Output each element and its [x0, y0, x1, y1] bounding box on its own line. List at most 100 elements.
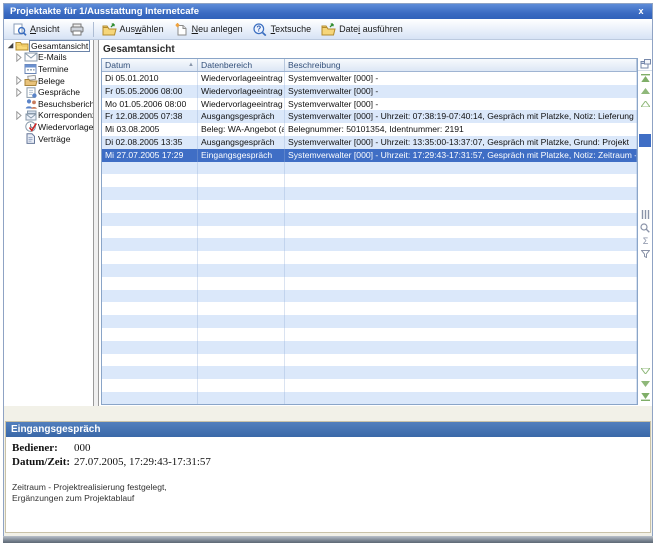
receipts-icon	[23, 75, 38, 86]
table-row-empty	[102, 341, 637, 354]
tree-item-wiedervorlagen[interactable]: Wiedervorlagen	[4, 121, 93, 133]
records-grid: Datum ▲ Datenbereich Beschreibung Di 05.…	[101, 58, 638, 405]
table-row-empty	[102, 328, 637, 341]
tree-item-label: Verträge	[38, 134, 71, 144]
tree-item-gespr-che[interactable]: Gespräche	[4, 86, 93, 98]
cell-datum	[102, 341, 198, 354]
tree-item-termine[interactable]: Termine	[4, 63, 93, 75]
columns-icon[interactable]	[638, 208, 652, 221]
table-row-empty	[102, 277, 637, 290]
field-chooser-icon[interactable]	[638, 58, 652, 71]
print-button[interactable]	[65, 21, 90, 38]
follow-up-icon	[23, 121, 38, 132]
cell-beschreibung	[285, 379, 637, 392]
cell-datenbereich	[198, 213, 285, 226]
row-down-icon[interactable]	[638, 364, 652, 377]
table-row-empty	[102, 392, 637, 405]
tree-item-belege[interactable]: Belege	[4, 75, 93, 87]
cell-beschreibung	[285, 341, 637, 354]
column-header-beschreibung[interactable]: Beschreibung	[285, 59, 637, 71]
cell-beschreibung	[285, 162, 637, 175]
table-row-empty	[102, 264, 637, 277]
field-value: 000	[74, 442, 91, 454]
select-button[interactable]: Auswählen	[97, 21, 169, 38]
column-header-datenbereich[interactable]: Datenbereich	[198, 59, 285, 71]
page-up-icon[interactable]	[638, 84, 652, 97]
cell-beschreibung	[285, 354, 637, 367]
expand-collapsed-icon[interactable]	[15, 111, 23, 120]
title-bar: Projektakte für 1/Ausstattung Internetca…	[4, 4, 652, 19]
scroll-to-top-icon[interactable]	[638, 71, 652, 84]
tree-item-e-mails[interactable]: E-Mails	[4, 52, 93, 64]
row-up-icon[interactable]	[638, 97, 652, 110]
cell-datenbereich	[198, 162, 285, 175]
scroll-to-bottom-icon[interactable]	[638, 390, 652, 403]
table-row-empty	[102, 238, 637, 251]
navigation-tree: GesamtansichtE-MailsTermineBelegeGespräc…	[4, 40, 93, 406]
table-row[interactable]: Di 02.08.2005 13:35AusgangsgesprächSyste…	[102, 136, 637, 149]
tree-item-label: Gesamtansicht	[29, 40, 90, 52]
close-button[interactable]: x	[635, 4, 647, 19]
cell-beschreibung	[285, 315, 637, 328]
table-row[interactable]: Mo 01.05.2006 08:00WiedervorlageeintragS…	[102, 98, 637, 111]
cell-datum	[102, 328, 198, 341]
cell-beschreibung	[285, 213, 637, 226]
filter-icon[interactable]	[638, 247, 652, 260]
cell-beschreibung	[285, 251, 637, 264]
note-line: Zeitraum - Projektrealisierung festgeleg…	[12, 482, 650, 493]
table-row-empty	[102, 302, 637, 315]
cell-datenbereich	[198, 290, 285, 303]
new-button[interactable]: Neu anlegen	[169, 21, 248, 38]
cell-beschreibung	[285, 226, 637, 239]
cell-datenbereich	[198, 315, 285, 328]
sum-icon[interactable]: Σ	[638, 234, 652, 247]
tree-item-korrespondenzen[interactable]: Korrespondenzen	[4, 110, 93, 122]
table-row[interactable]: Fr 12.08.2005 07:38AusgangsgesprächSyste…	[102, 110, 637, 123]
expand-collapsed-icon[interactable]	[15, 53, 23, 62]
cell-datenbereich	[198, 200, 285, 213]
field-label: Bediener:	[12, 442, 74, 454]
cell-beschreibung	[285, 392, 637, 405]
detail-notes: Zeitraum - Projektrealisierung festgeleg…	[12, 482, 650, 504]
table-row[interactable]: Di 05.01.2010WiedervorlageeintragSystemv…	[102, 72, 637, 85]
cell-datenbereich	[198, 341, 285, 354]
tree-item-vertr-ge[interactable]: Verträge	[4, 133, 93, 145]
view-button[interactable]: Ansicht	[7, 21, 65, 38]
view-icon	[12, 23, 27, 36]
table-row[interactable]: Mi 03.08.2005Beleg: WA-Angebot (alle Bel…	[102, 123, 637, 136]
table-row[interactable]: Fr 05.05.2006 08:00WiedervorlageeintragS…	[102, 85, 637, 98]
open-folder-icon	[102, 23, 117, 36]
expand-expanded-icon[interactable]	[6, 42, 14, 49]
column-header-datum[interactable]: Datum ▲	[102, 59, 198, 71]
window-title: Projektakte für 1/Ausstattung Internetca…	[10, 6, 199, 17]
tree-item-label: Belege	[38, 76, 65, 86]
sort-asc-icon: ▲	[188, 62, 194, 69]
cell-datum	[102, 366, 198, 379]
run-file-icon	[321, 23, 336, 36]
expand-collapsed-icon[interactable]	[15, 88, 23, 97]
expand-collapsed-icon[interactable]	[15, 76, 23, 85]
tree-item-label: Gespräche	[38, 87, 80, 97]
textsearch-button[interactable]: ?Textsuche	[248, 21, 317, 38]
tree-item-besuchsberichte[interactable]: Besuchsberichte	[4, 98, 93, 110]
page-down-icon[interactable]	[638, 377, 652, 390]
selected-row-marker	[639, 134, 651, 147]
cell-datenbereich	[198, 277, 285, 290]
tree-item-label: Wiedervorlagen	[38, 122, 93, 132]
cell-datenbereich	[198, 302, 285, 315]
cell-datenbereich: Beleg: WA-Angebot (alle Bel	[198, 123, 285, 136]
field-value: 27.07.2005, 17:29:43-17:31:57	[74, 456, 211, 468]
new-document-icon	[174, 23, 189, 36]
table-row-empty	[102, 226, 637, 239]
search-icon[interactable]	[638, 221, 652, 234]
cell-datenbereich	[198, 251, 285, 264]
tree-item-gesamtansicht[interactable]: Gesamtansicht	[4, 40, 93, 52]
runfile-button[interactable]: Datei ausführen	[316, 21, 408, 38]
cell-beschreibung	[285, 200, 637, 213]
detail-panel-title: Eingangsgespräch	[6, 422, 650, 437]
cell-datenbereich	[198, 392, 285, 405]
folder-open-icon	[14, 40, 29, 51]
printer-icon	[70, 23, 85, 36]
cell-datum	[102, 200, 198, 213]
table-row[interactable]: Mi 27.07.2005 17:29EingangsgesprächSyste…	[102, 149, 637, 162]
